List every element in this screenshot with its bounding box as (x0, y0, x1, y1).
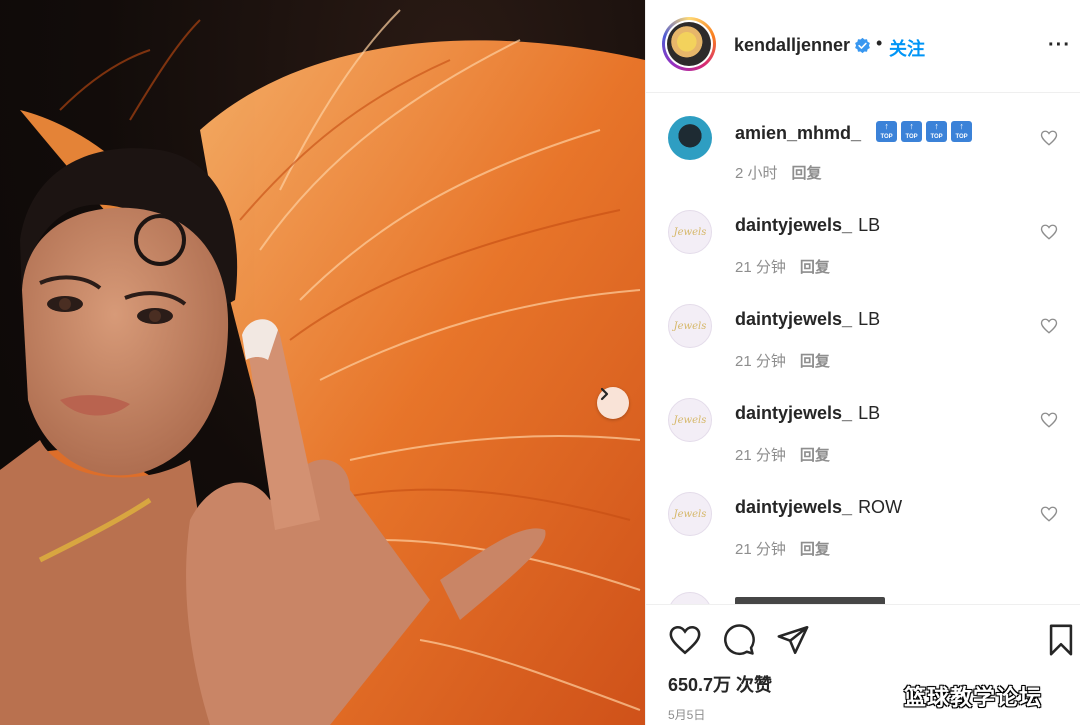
reply-button[interactable]: 回复 (800, 259, 830, 276)
comment-text: LB (858, 309, 881, 329)
top-emoji-icon (926, 121, 948, 142)
verified-badge-icon (855, 37, 870, 54)
comment-time: 21 分钟 (735, 353, 786, 370)
separator-dot: • (876, 33, 883, 53)
comment-text: ROW (858, 497, 903, 517)
photo-illustration (0, 9, 645, 725)
post-date: 5月5日 (668, 708, 706, 722)
comment-item: Jewels daintyjewels_ LB 21 分钟 回复 (646, 376, 1080, 470)
comment-item: Jewels daintyjewels_ LB 21 分钟 回复 (646, 282, 1080, 376)
comment-item: amien_mhmd_ 2 小时回复 (646, 94, 1080, 188)
author-username[interactable]: kendalljenner (734, 35, 850, 56)
commenter-avatar[interactable]: Jewels (668, 304, 712, 348)
commenter-avatar[interactable] (668, 116, 712, 160)
comment-time: 21 分钟 (735, 259, 786, 276)
comment-like-icon[interactable] (1040, 317, 1058, 335)
comment-text: LB (858, 215, 881, 235)
reply-button[interactable]: 回复 (800, 353, 830, 370)
follow-button[interactable]: 关注 (889, 35, 925, 61)
chevron-right-icon (600, 387, 609, 401)
reply-button[interactable]: 回复 (800, 447, 830, 464)
comment-item: Jewels daintyjewels_ ROW 21 分钟 回复 (646, 470, 1080, 564)
top-emoji-icon (876, 121, 898, 142)
comments-list[interactable]: amien_mhmd_ 2 小时回复 Jewels daintyjewels_L… (646, 94, 1080, 604)
comment-username[interactable]: daintyjewels_ (735, 497, 852, 517)
comment-like-icon[interactable] (1040, 505, 1058, 523)
comment-username[interactable]: amien_mhmd_ (735, 123, 861, 143)
comment-time: 2 小时 (735, 165, 778, 182)
post-photo[interactable] (0, 0, 645, 725)
comment-icon[interactable] (722, 623, 756, 657)
comment-like-icon[interactable] (1040, 129, 1058, 147)
comment-text (872, 121, 973, 143)
partial-comment-item (668, 592, 1068, 604)
comment-username[interactable]: daintyjewels_ (735, 403, 852, 423)
author-avatar[interactable] (662, 17, 716, 71)
post-header: kendalljenner • 关注 ··· (646, 0, 1080, 93)
post-panel: kendalljenner • 关注 ··· amien_mhmd_ 2 小时回… (645, 0, 1080, 725)
top-emoji-icon (901, 121, 923, 142)
commenter-avatar[interactable]: Jewels (668, 492, 712, 536)
reply-button[interactable]: 回复 (800, 541, 830, 558)
bookmark-icon[interactable] (1044, 623, 1078, 657)
like-count[interactable]: 650.7万 次赞 (668, 671, 772, 697)
heart-icon[interactable] (668, 623, 702, 657)
comment-like-icon[interactable] (1040, 223, 1058, 241)
share-icon[interactable] (776, 623, 810, 657)
comment-item: Jewels daintyjewels_ LB 21 分钟 回复 (646, 188, 1080, 282)
more-options-icon[interactable]: ··· (1048, 35, 1071, 55)
comment-username[interactable]: daintyjewels_ (735, 215, 852, 235)
next-photo-button[interactable] (597, 387, 629, 419)
comment-text: LB (858, 403, 881, 423)
comment-time: 21 分钟 (735, 447, 786, 464)
commenter-avatar[interactable]: Jewels (668, 210, 712, 254)
commenter-avatar[interactable]: Jewels (668, 398, 712, 442)
comment-time: 21 分钟 (735, 541, 786, 558)
comment-username[interactable]: daintyjewels_ (735, 309, 852, 329)
reply-button[interactable]: 回复 (792, 165, 822, 182)
comment-like-icon[interactable] (1040, 411, 1058, 429)
top-emoji-icon (951, 121, 973, 142)
watermark-text: 篮球教学论坛 (904, 685, 1043, 710)
